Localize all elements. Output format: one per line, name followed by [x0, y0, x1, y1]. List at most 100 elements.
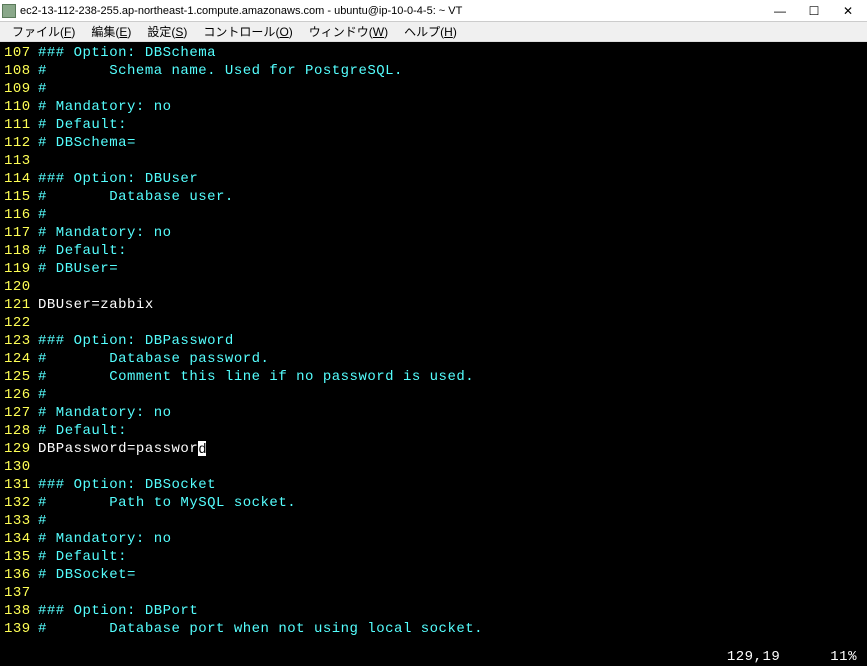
line-content: # [38, 386, 47, 404]
code-line: 119# DBUser= [4, 260, 863, 278]
code-line: 123### Option: DBPassword [4, 332, 863, 350]
maximize-button[interactable]: ☐ [797, 1, 831, 21]
code-line: 137 [4, 584, 863, 602]
code-line: 122 [4, 314, 863, 332]
line-number: 134 [4, 530, 38, 548]
code-line: 129DBPassword=password [4, 440, 863, 458]
line-number: 131 [4, 476, 38, 494]
code-line: 127# Mandatory: no [4, 404, 863, 422]
line-number: 116 [4, 206, 38, 224]
title-bar: ec2-13-112-238-255.ap-northeast-1.comput… [0, 0, 867, 22]
line-number: 125 [4, 368, 38, 386]
line-content: # [38, 80, 47, 98]
code-line: 120 [4, 278, 863, 296]
line-content: ### Option: DBPort [38, 602, 198, 620]
code-line: 132# Path to MySQL socket. [4, 494, 863, 512]
line-number: 128 [4, 422, 38, 440]
line-content: # Path to MySQL socket. [38, 494, 296, 512]
line-content: DBPassword=password [38, 440, 206, 458]
line-content: # Default: [38, 422, 127, 440]
line-content: ### Option: DBSchema [38, 44, 216, 62]
code-line: 135# Default: [4, 548, 863, 566]
code-line: 115# Database user. [4, 188, 863, 206]
file-percent: 11% [830, 648, 857, 666]
code-line: 131### Option: DBSocket [4, 476, 863, 494]
code-line: 139# Database port when not using local … [4, 620, 863, 638]
line-number: 129 [4, 440, 38, 458]
line-content: ### Option: DBSocket [38, 476, 216, 494]
line-content: # Default: [38, 242, 127, 260]
line-content: # Default: [38, 548, 127, 566]
line-content: # DBSocket= [38, 566, 136, 584]
menu-bar: ファイル(F) 編集(E) 設定(S) コントロール(O) ウィンドウ(W) ヘ… [0, 22, 867, 42]
code-line: 117# Mandatory: no [4, 224, 863, 242]
code-line: 113 [4, 152, 863, 170]
code-line: 126# [4, 386, 863, 404]
line-number: 121 [4, 296, 38, 314]
line-number: 109 [4, 80, 38, 98]
line-number: 132 [4, 494, 38, 512]
menu-setup[interactable]: 設定(S) [139, 21, 195, 42]
line-content: # Mandatory: no [38, 404, 172, 422]
line-content: # Database port when not using local soc… [38, 620, 483, 638]
line-content: # Database password. [38, 350, 269, 368]
line-content: # [38, 206, 47, 224]
line-number: 122 [4, 314, 38, 332]
menu-control[interactable]: コントロール(O) [195, 21, 300, 42]
code-line: 124# Database password. [4, 350, 863, 368]
line-content: # Default: [38, 116, 127, 134]
code-line: 130 [4, 458, 863, 476]
code-line: 108# Schema name. Used for PostgreSQL. [4, 62, 863, 80]
line-number: 139 [4, 620, 38, 638]
line-content: # Schema name. Used for PostgreSQL. [38, 62, 403, 80]
code-line: 110# Mandatory: no [4, 98, 863, 116]
code-line: 109# [4, 80, 863, 98]
code-line: 138### Option: DBPort [4, 602, 863, 620]
line-number: 110 [4, 98, 38, 116]
cursor-position: 129,19 [727, 648, 780, 666]
line-number: 107 [4, 44, 38, 62]
code-line: 134# Mandatory: no [4, 530, 863, 548]
line-number: 111 [4, 116, 38, 134]
line-content: # [38, 512, 47, 530]
terminal-area[interactable]: 107### Option: DBSchema108# Schema name.… [0, 42, 867, 666]
code-line: 128# Default: [4, 422, 863, 440]
status-bar: 129,19 11% [0, 648, 867, 666]
code-line: 107### Option: DBSchema [4, 44, 863, 62]
line-number: 136 [4, 566, 38, 584]
line-number: 137 [4, 584, 38, 602]
text-cursor: d [198, 441, 206, 456]
line-content: ### Option: DBUser [38, 170, 198, 188]
code-line: 111# Default: [4, 116, 863, 134]
menu-window[interactable]: ウィンドウ(W) [301, 21, 396, 42]
line-number: 117 [4, 224, 38, 242]
menu-file[interactable]: ファイル(F) [4, 21, 83, 42]
code-line: 121DBUser=zabbix [4, 296, 863, 314]
line-number: 112 [4, 134, 38, 152]
code-line: 136# DBSocket= [4, 566, 863, 584]
line-content: # DBSchema= [38, 134, 136, 152]
line-content: ### Option: DBPassword [38, 332, 234, 350]
code-line: 114### Option: DBUser [4, 170, 863, 188]
code-line: 112# DBSchema= [4, 134, 863, 152]
window-title: ec2-13-112-238-255.ap-northeast-1.comput… [20, 5, 763, 17]
menu-help[interactable]: ヘルプ(H) [396, 21, 465, 42]
line-number: 120 [4, 278, 38, 296]
app-icon [2, 4, 16, 18]
code-line: 116# [4, 206, 863, 224]
line-content: # Comment this line if no password is us… [38, 368, 474, 386]
line-number: 135 [4, 548, 38, 566]
line-number: 124 [4, 350, 38, 368]
line-number: 118 [4, 242, 38, 260]
code-line: 133# [4, 512, 863, 530]
line-content: # DBUser= [38, 260, 118, 278]
line-number: 130 [4, 458, 38, 476]
line-number: 119 [4, 260, 38, 278]
window-controls: — ☐ ✕ [763, 1, 865, 21]
menu-edit[interactable]: 編集(E) [83, 21, 139, 42]
close-button[interactable]: ✕ [831, 1, 865, 21]
line-number: 123 [4, 332, 38, 350]
minimize-button[interactable]: — [763, 1, 797, 21]
code-line: 118# Default: [4, 242, 863, 260]
line-number: 133 [4, 512, 38, 530]
